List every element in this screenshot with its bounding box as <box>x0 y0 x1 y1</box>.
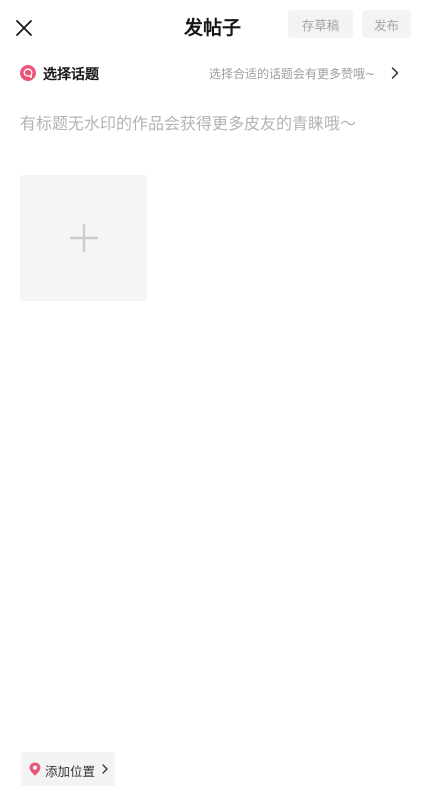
header-bar: 发帖子 存草稿 发布 <box>0 0 425 52</box>
topic-icon <box>20 65 36 81</box>
post-title-input[interactable] <box>20 110 410 136</box>
location-label: 添加位置 <box>45 764 96 779</box>
add-location-button[interactable]: 添加位置 <box>21 752 115 786</box>
chevron-right-icon <box>102 764 108 774</box>
plus-icon <box>69 223 98 253</box>
chevron-right-icon <box>391 67 399 79</box>
close-button[interactable] <box>10 14 38 42</box>
save-draft-button[interactable]: 存草稿 <box>288 10 353 38</box>
topic-selector-row[interactable]: 选择话题 选择合适的话题会有更多赞哦~ <box>0 56 425 90</box>
location-pin-icon <box>29 762 41 776</box>
add-media-button[interactable] <box>20 175 147 301</box>
post-editor-page: 发帖子 存草稿 发布 选择话题 选择合适的话题会有更多赞哦~ 添加位置 <box>0 0 425 800</box>
close-icon <box>16 20 32 36</box>
topic-label: 选择话题 <box>43 67 99 83</box>
topic-hint: 选择合适的话题会有更多赞哦~ <box>208 67 375 81</box>
publish-button[interactable]: 发布 <box>362 10 411 38</box>
